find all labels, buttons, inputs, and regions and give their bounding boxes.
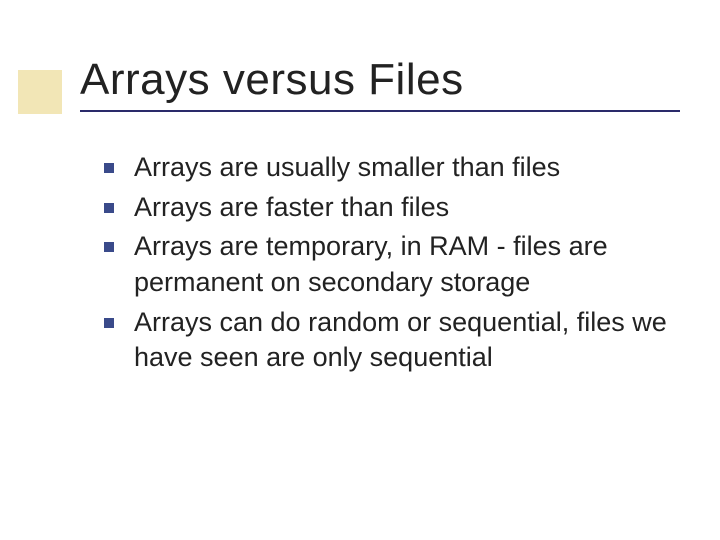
title-block: Arrays versus Files <box>80 56 680 112</box>
slide-title: Arrays versus Files <box>80 56 680 104</box>
list-item: Arrays can do random or sequential, file… <box>100 305 670 376</box>
bullet-list: Arrays are usually smaller than files Ar… <box>100 150 670 376</box>
slide: Arrays versus Files Arrays are usually s… <box>0 0 720 540</box>
accent-square <box>18 70 62 114</box>
title-underline <box>80 110 680 112</box>
list-item: Arrays are usually smaller than files <box>100 150 670 186</box>
list-item: Arrays are temporary, in RAM - files are… <box>100 229 670 300</box>
list-item: Arrays are faster than files <box>100 190 670 226</box>
body-block: Arrays are usually smaller than files Ar… <box>100 150 670 380</box>
